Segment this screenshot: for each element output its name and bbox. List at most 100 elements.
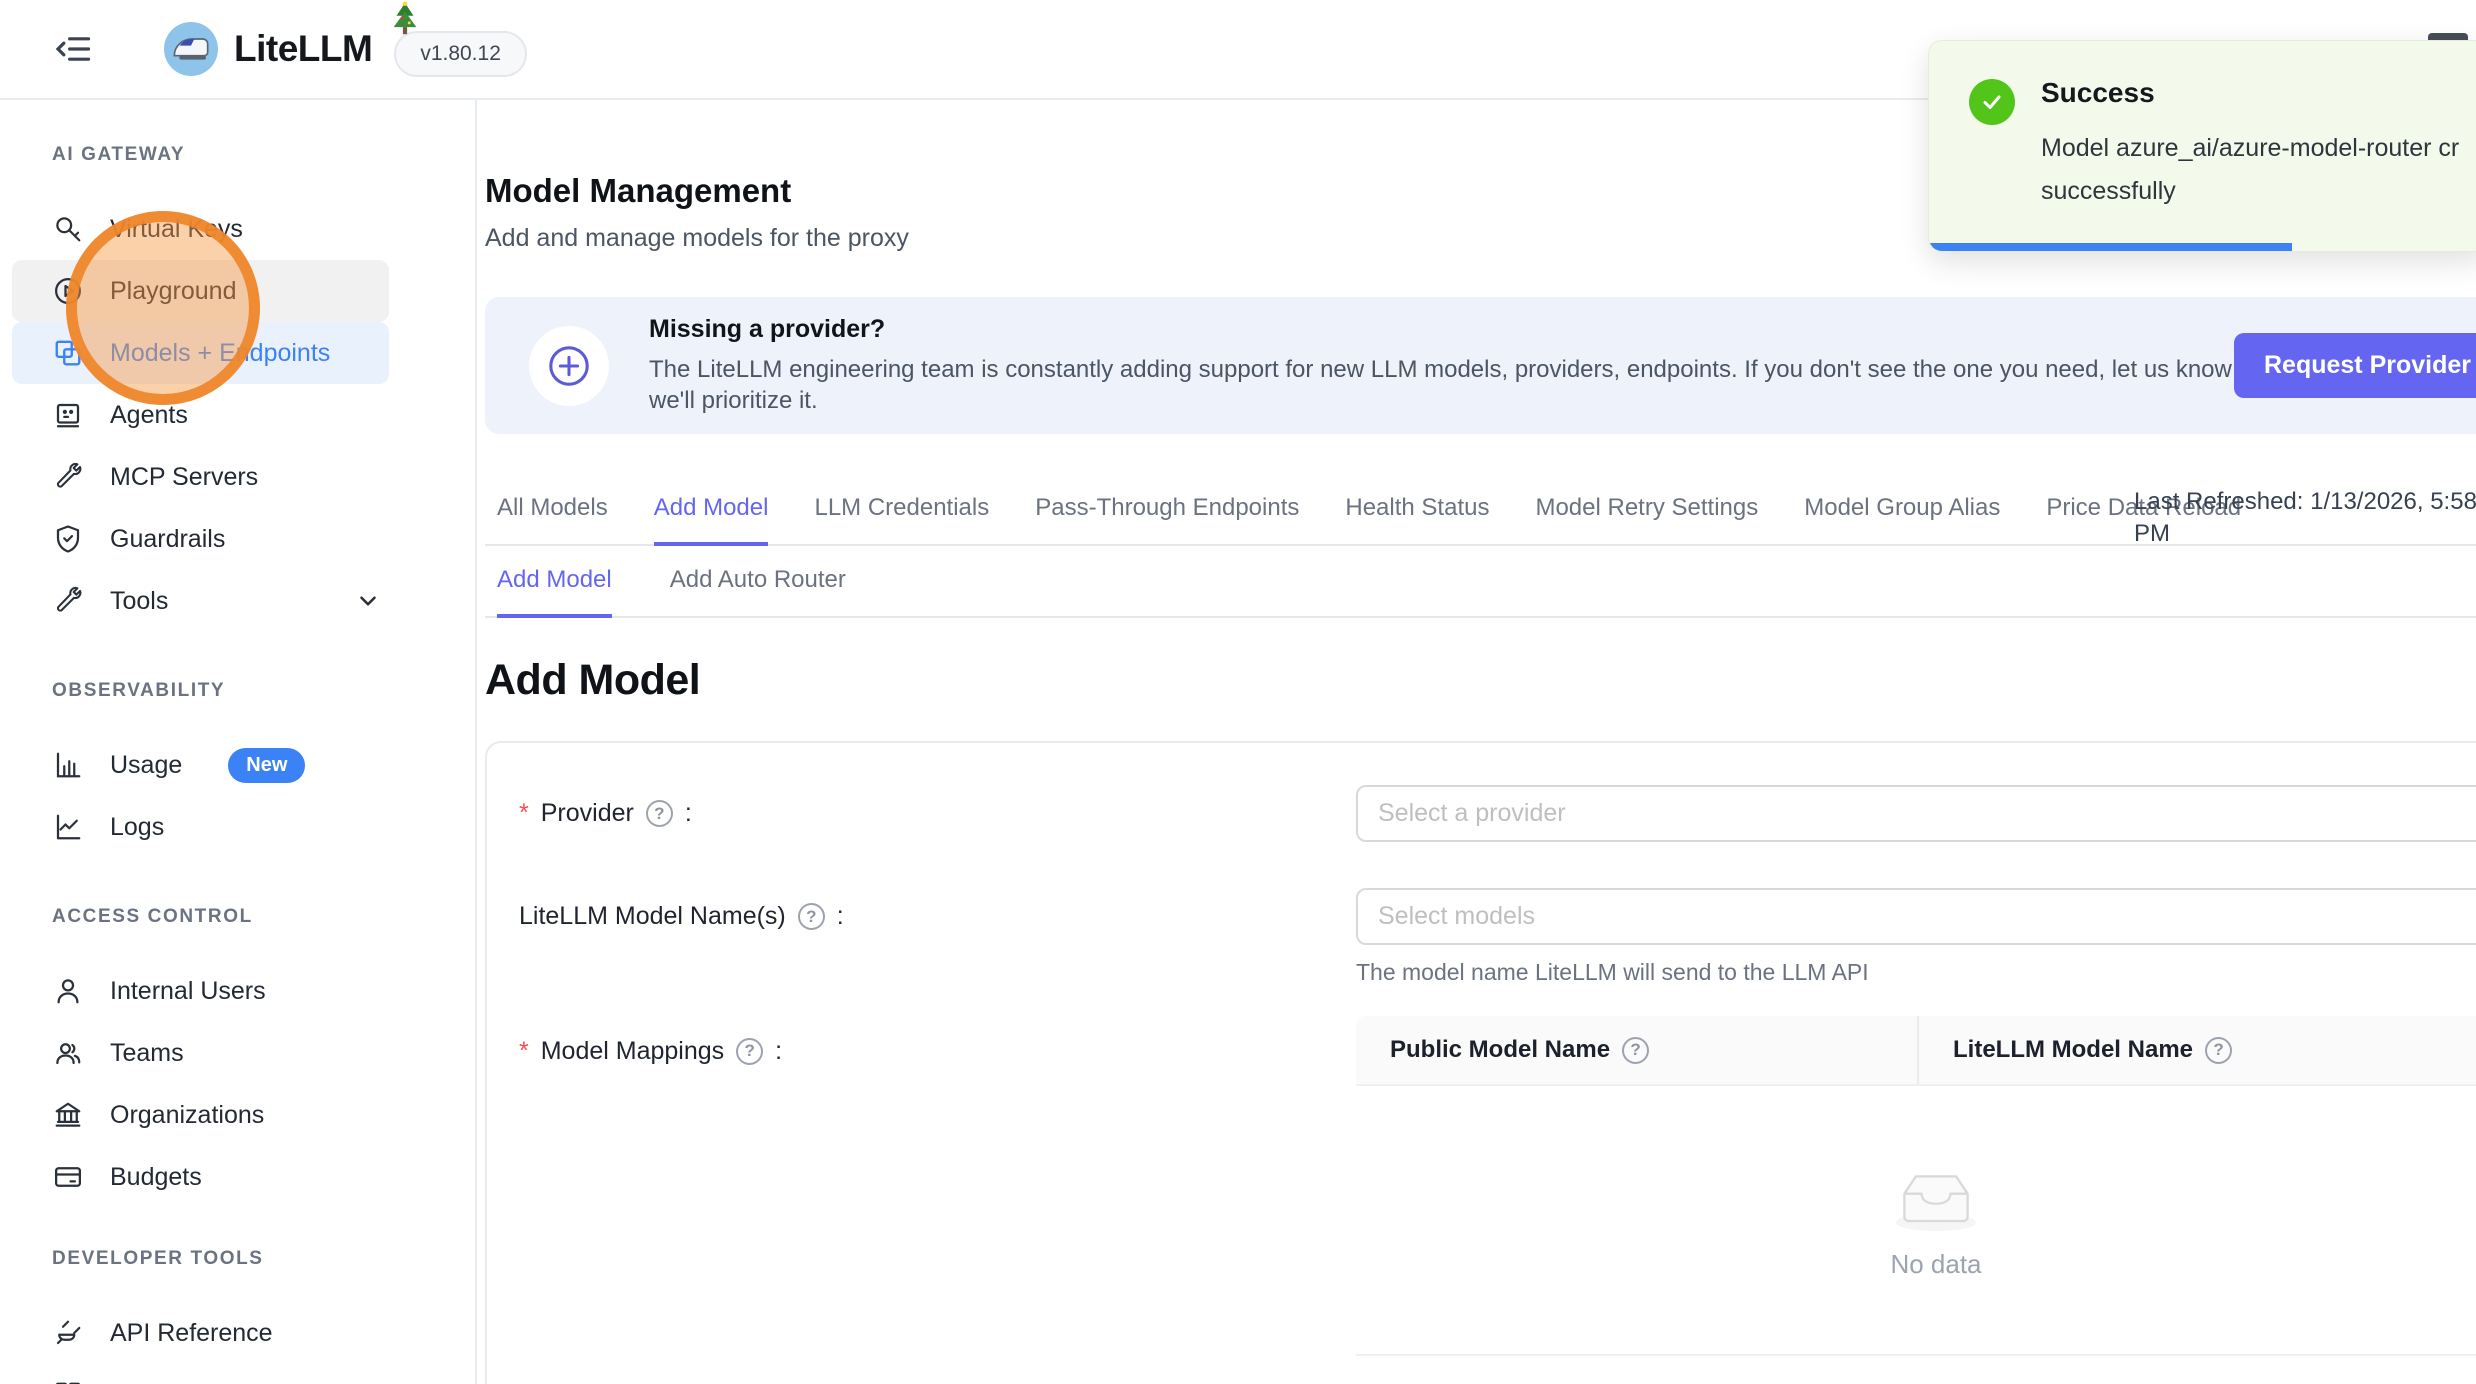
help-icon[interactable]: ? xyxy=(1622,1037,1649,1064)
plus-circle-icon xyxy=(529,326,609,406)
sidebar-item-label: Tools xyxy=(110,587,168,616)
sidebar-item-tools[interactable]: Tools xyxy=(12,570,389,632)
model-names-row: LiteLLM Model Name(s) ? : The model name… xyxy=(487,888,2476,986)
christmas-tree-icon xyxy=(388,0,422,40)
subtab-add-auto-router[interactable]: Add Auto Router xyxy=(670,566,846,618)
section-developer-tools: DEVELOPER TOOLS xyxy=(52,1248,475,1272)
models-squares-icon xyxy=(52,337,84,369)
new-badge: New xyxy=(228,748,305,783)
user-icon xyxy=(52,975,84,1007)
model-names-helper: The model name LiteLLM will send to the … xyxy=(1356,959,2476,986)
table-header-row: Public Model Name ? LiteLLM Model Name ? xyxy=(1356,1016,2476,1086)
tab-model-group-alias[interactable]: Model Group Alias xyxy=(1804,494,2000,546)
banner-body-line2: we'll prioritize it. xyxy=(649,385,2279,416)
no-data-text: No data xyxy=(1890,1249,1981,1280)
add-model-subtabs: Add Model Add Auto Router xyxy=(485,546,2476,618)
toast-progress-bar xyxy=(1929,243,2292,251)
sidebar-item-api-reference[interactable]: API Reference xyxy=(12,1302,389,1364)
help-icon[interactable]: ? xyxy=(798,903,825,930)
required-marker: * xyxy=(519,1037,529,1066)
sidebar-item-agents[interactable]: Agents xyxy=(12,384,389,446)
provider-select[interactable] xyxy=(1356,785,2476,842)
sidebar-item-label: Agents xyxy=(110,401,188,430)
section-observability: OBSERVABILITY xyxy=(52,680,475,704)
sidebar-item-logs[interactable]: Logs xyxy=(12,796,389,858)
credit-card-icon xyxy=(52,1161,84,1193)
provider-label: * Provider ? : xyxy=(487,785,1356,842)
sidebar-item-mcp-servers[interactable]: MCP Servers xyxy=(12,446,389,508)
sidebar-item-usage[interactable]: Usage New xyxy=(12,734,389,796)
model-mappings-row: * Model Mappings ? : Public Model Name ?… xyxy=(487,1016,2476,1356)
wrench-icon xyxy=(52,461,84,493)
required-marker: * xyxy=(519,799,529,828)
column-litellm-model-name: LiteLLM Model Name ? xyxy=(1917,1016,2476,1084)
sidebar-item-label: Virtual Keys xyxy=(110,215,243,244)
wrench-icon xyxy=(52,585,84,617)
column-public-model-name: Public Model Name ? xyxy=(1356,1036,1917,1064)
toast-message: Model azure_ai/azure-model-router cr suc… xyxy=(2041,127,2459,212)
success-check-icon xyxy=(1969,79,2015,125)
bar-chart-icon xyxy=(52,749,84,781)
section-ai-gateway: AI GATEWAY xyxy=(52,144,475,168)
sidebar-item-organizations[interactable]: Organizations xyxy=(12,1084,389,1146)
play-circle-icon xyxy=(52,275,84,307)
users-icon xyxy=(52,1037,84,1069)
sidebar-item-label: API Reference xyxy=(110,1319,273,1348)
add-model-form-card: * Provider ? : LiteLLM Model Name(s) ? :… xyxy=(485,741,2476,1384)
subtab-add-model[interactable]: Add Model xyxy=(497,566,612,618)
collapse-sidebar-icon[interactable] xyxy=(52,29,96,69)
sidebar-item-label: Organizations xyxy=(110,1101,264,1130)
model-names-select[interactable] xyxy=(1356,888,2476,945)
grid-icon xyxy=(52,1379,84,1384)
add-model-heading: Add Model xyxy=(485,656,2476,705)
help-icon[interactable]: ? xyxy=(646,800,673,827)
empty-state: No data xyxy=(1356,1086,2476,1356)
plug-icon xyxy=(52,1317,84,1349)
chevron-down-icon xyxy=(355,588,381,614)
request-provider-button[interactable]: Request Provider xyxy=(2234,333,2476,398)
success-toast: Success Model azure_ai/azure-model-route… xyxy=(1928,40,2476,252)
tab-pass-through-endpoints[interactable]: Pass-Through Endpoints xyxy=(1035,494,1299,546)
sidebar-item-models-endpoints[interactable]: Models + Endpoints xyxy=(12,322,389,384)
missing-provider-banner: Missing a provider? The LiteLLM engineer… xyxy=(485,297,2476,434)
sidebar-item-ai-hub[interactable]: AI Hub xyxy=(12,1364,389,1384)
sidebar-item-playground[interactable]: Playground xyxy=(12,260,389,322)
robot-icon xyxy=(52,399,84,431)
tab-all-models[interactable]: All Models xyxy=(497,494,608,546)
sidebar-item-label: Playground xyxy=(110,277,236,306)
main-content: Model Management Add and manage models f… xyxy=(477,100,2476,1384)
banner-title: Missing a provider? xyxy=(649,315,2279,344)
tab-add-model[interactable]: Add Model xyxy=(654,494,769,546)
key-icon xyxy=(52,213,84,245)
sidebar-nav: AI GATEWAY Virtual Keys Playground Model… xyxy=(0,100,477,1384)
last-refreshed-timestamp: Last Refreshed: 1/13/2026, 5:58: PM xyxy=(2134,486,2476,551)
sidebar-item-label: Budgets xyxy=(110,1163,202,1192)
help-icon[interactable]: ? xyxy=(2205,1037,2232,1064)
sidebar-item-guardrails[interactable]: Guardrails xyxy=(12,508,389,570)
app-name: LiteLLM xyxy=(234,28,372,70)
tab-llm-credentials[interactable]: LLM Credentials xyxy=(814,494,989,546)
help-icon[interactable]: ? xyxy=(736,1038,763,1065)
provider-row: * Provider ? : xyxy=(487,785,2476,842)
sidebar-item-label: Models + Endpoints xyxy=(110,339,330,368)
model-mappings-label: * Model Mappings ? : xyxy=(487,1016,1356,1086)
sidebar-item-virtual-keys[interactable]: Virtual Keys xyxy=(12,198,389,260)
tab-model-retry-settings[interactable]: Model Retry Settings xyxy=(1535,494,1758,546)
bank-icon xyxy=(52,1099,84,1131)
sidebar-item-label: Teams xyxy=(110,1039,184,1068)
model-management-tabs: All Models Add Model LLM Credentials Pas… xyxy=(485,494,2476,546)
section-access-control: ACCESS CONTROL xyxy=(52,906,475,930)
sidebar-item-internal-users[interactable]: Internal Users xyxy=(12,960,389,1022)
shield-check-icon xyxy=(52,523,84,555)
sidebar-item-label: Logs xyxy=(110,813,164,842)
sidebar-item-label: Usage xyxy=(110,751,182,780)
model-names-label: LiteLLM Model Name(s) ? : xyxy=(487,888,1356,945)
banner-body-line1: The LiteLLM engineering team is constant… xyxy=(649,354,2279,385)
litellm-logo xyxy=(164,22,218,76)
tab-health-status[interactable]: Health Status xyxy=(1345,494,1489,546)
sidebar-item-teams[interactable]: Teams xyxy=(12,1022,389,1084)
sidebar-item-budgets[interactable]: Budgets xyxy=(12,1146,389,1208)
sidebar-item-label: MCP Servers xyxy=(110,463,258,492)
inbox-icon xyxy=(1890,1161,1982,1235)
sidebar-item-label: AI Hub xyxy=(110,1381,186,1384)
